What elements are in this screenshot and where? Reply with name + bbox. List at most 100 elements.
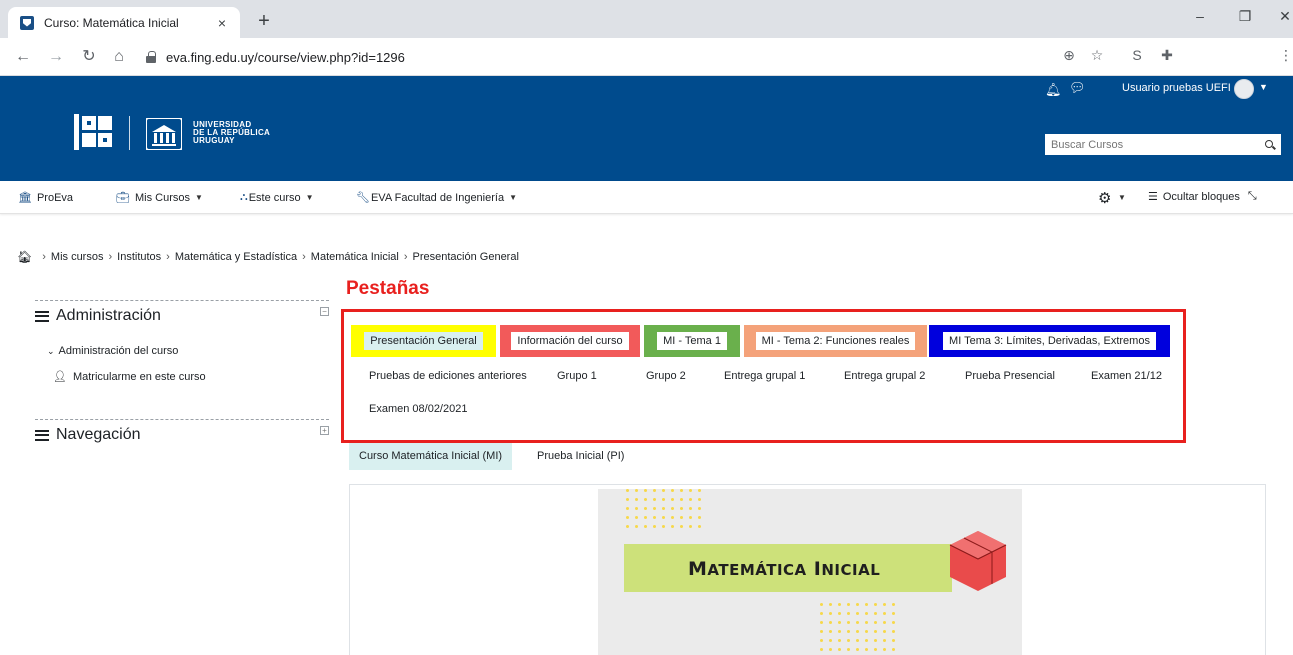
decorative-dot xyxy=(820,648,823,651)
breadcrumb-item[interactable]: Mis cursos xyxy=(51,251,104,263)
decorative-dot xyxy=(892,630,895,633)
decorative-dot xyxy=(680,507,683,510)
user-menu-caret-icon[interactable]: ▼ xyxy=(1259,82,1268,92)
tab-informacion-del-curso[interactable]: Información del curso xyxy=(500,325,640,357)
decorative-dot xyxy=(635,498,638,501)
decorative-dot xyxy=(626,525,629,528)
decorative-dot xyxy=(671,525,674,528)
decorative-dot xyxy=(662,489,665,492)
zoom-icon[interactable]: ⊕ xyxy=(1059,47,1079,64)
tab-mi-tema-3[interactable]: MI Tema 3: Límites, Derivadas, Extremos xyxy=(929,325,1170,357)
back-arrow-icon[interactable]: ← xyxy=(12,46,34,68)
decorative-dot xyxy=(829,639,832,642)
minimize-window-button[interactable]: – xyxy=(1185,8,1215,24)
decorative-dot xyxy=(874,621,877,624)
decorative-dot xyxy=(829,648,832,651)
home-icon[interactable]: 🏠︎ xyxy=(17,250,32,264)
breadcrumb-item[interactable]: Institutos xyxy=(117,251,161,263)
notifications-bell-icon[interactable]: 🔔︎ xyxy=(1045,82,1062,98)
decorative-dot xyxy=(626,516,629,519)
forward-arrow-icon[interactable]: → xyxy=(45,46,67,68)
tab-mi-tema-1[interactable]: MI - Tema 1 xyxy=(644,325,740,357)
subtab-curso-mi[interactable]: Curso Matemática Inicial (MI) xyxy=(349,443,513,470)
tab-prueba-presencial[interactable]: Prueba Presencial xyxy=(965,370,1055,382)
maximize-window-button[interactable]: ❐ xyxy=(1230,8,1260,25)
chevron-down-icon[interactable]: ▼ xyxy=(1118,193,1126,202)
tab-presentacion-general[interactable]: Presentación General xyxy=(351,325,496,357)
decorative-dot xyxy=(820,612,823,615)
user-menu-name[interactable]: Usuario pruebas UEFI xyxy=(1122,82,1231,94)
decorative-dot xyxy=(698,489,701,492)
collapse-block-icon[interactable]: − xyxy=(320,307,329,316)
nav-proeva[interactable]: 🏛︎ ProEva xyxy=(18,191,73,205)
breadcrumb-item[interactable]: Matemática y Estadística xyxy=(175,251,297,263)
sitemap-icon: ⛬ xyxy=(240,191,248,203)
briefcase-icon: 💼︎ xyxy=(116,192,130,204)
browser-tab[interactable]: Curso: Matemática Inicial × xyxy=(8,7,240,38)
browser-menu-icon[interactable]: ⋮ xyxy=(1276,47,1293,64)
bookmark-star-icon[interactable]: ☆ xyxy=(1087,47,1107,64)
hide-blocks-button[interactable]: ☰ Ocultar bloques ⤡ xyxy=(1148,190,1262,203)
tab-entrega-grupal-1[interactable]: Entrega grupal 1 xyxy=(724,370,805,382)
subtab-prueba-inicial[interactable]: Prueba Inicial (PI) xyxy=(527,443,634,470)
close-window-button[interactable]: ✕ xyxy=(1270,8,1293,25)
decorative-dot xyxy=(856,621,859,624)
tab-examen-08-02-2021[interactable]: Examen 08/02/2021 xyxy=(369,403,467,415)
decorative-dot xyxy=(838,648,841,651)
decorative-dot xyxy=(856,630,859,633)
decorative-dot xyxy=(883,630,886,633)
expand-block-icon[interactable]: + xyxy=(320,426,329,435)
decorative-dot xyxy=(838,621,841,624)
course-admin-item[interactable]: ⌄ Administración del curso xyxy=(47,345,178,357)
enrol-item[interactable]: 👤︎ Matricularme en este curso xyxy=(53,370,206,383)
reload-icon[interactable]: ↻ xyxy=(78,46,100,68)
udelar-logo-icon[interactable] xyxy=(146,118,182,150)
decorative-dot xyxy=(680,498,683,501)
nav-eva-fing[interactable]: 🔧︎ EVA Facultad de Ingeniería ▼ xyxy=(356,191,517,205)
decorative-dot xyxy=(838,612,841,615)
search-icon[interactable] xyxy=(1265,139,1275,150)
url-omnibox[interactable]: eva.fing.edu.uy/course/view.php?id=1296 xyxy=(146,44,1106,70)
decorative-dot xyxy=(626,489,629,492)
decorative-dot xyxy=(883,603,886,606)
messages-chat-icon[interactable]: 💬︎ xyxy=(1069,80,1086,96)
decorative-dot xyxy=(847,639,850,642)
tab-pruebas-ediciones[interactable]: Pruebas de ediciones anteriores xyxy=(369,370,527,382)
fing-logo-icon[interactable] xyxy=(74,114,114,150)
chevron-down-icon: ▼ xyxy=(305,193,314,202)
decorative-dot xyxy=(865,639,868,642)
tab-examen-21-12[interactable]: Examen 21/12 xyxy=(1091,370,1162,382)
decorative-dot xyxy=(671,498,674,501)
decorative-dot xyxy=(698,525,701,528)
user-avatar[interactable] xyxy=(1234,79,1254,99)
course-search-input[interactable] xyxy=(1051,138,1251,151)
nav-mis-cursos[interactable]: 💼︎ Mis Cursos ▼ xyxy=(116,191,203,205)
decorative-dot xyxy=(644,507,647,510)
wrench-icon: 🔧︎ xyxy=(356,192,370,204)
decorative-dot xyxy=(680,525,683,528)
skype-extension-icon[interactable]: S xyxy=(1127,47,1147,63)
home-icon[interactable]: ⌂ xyxy=(108,46,130,68)
close-tab-icon[interactable]: × xyxy=(210,15,234,31)
new-tab-button[interactable]: + xyxy=(252,10,276,34)
decorative-dot xyxy=(680,516,683,519)
navigation-block: Navegación + xyxy=(35,419,329,444)
decorative-dot xyxy=(662,507,665,510)
matematica-inicial-banner: MATEMÁTICA INICIAL xyxy=(598,489,1022,655)
decorative-dot xyxy=(847,648,850,651)
tab-entrega-grupal-2[interactable]: Entrega grupal 2 xyxy=(844,370,925,382)
tab-grupo-1[interactable]: Grupo 1 xyxy=(557,370,597,382)
lock-icon xyxy=(146,51,156,63)
gear-icon[interactable]: ⚙ xyxy=(1098,189,1111,207)
breadcrumb-separator: › xyxy=(166,251,170,263)
extensions-puzzle-icon[interactable]: ✚ xyxy=(1157,47,1177,64)
breadcrumb: 🏠︎ › Mis cursos › Institutos › Matemátic… xyxy=(17,250,519,264)
tab-grupo-2[interactable]: Grupo 2 xyxy=(646,370,686,382)
decorative-dot xyxy=(644,489,647,492)
nav-este-curso[interactable]: ⛬ Este curso ▼ xyxy=(240,191,314,204)
tab-mi-tema-2[interactable]: MI - Tema 2: Funciones reales xyxy=(744,325,927,357)
decorative-dot xyxy=(883,648,886,651)
admin-block: Administración − xyxy=(35,300,329,325)
decorative-dot xyxy=(892,621,895,624)
breadcrumb-item[interactable]: Matemática Inicial xyxy=(311,251,399,263)
